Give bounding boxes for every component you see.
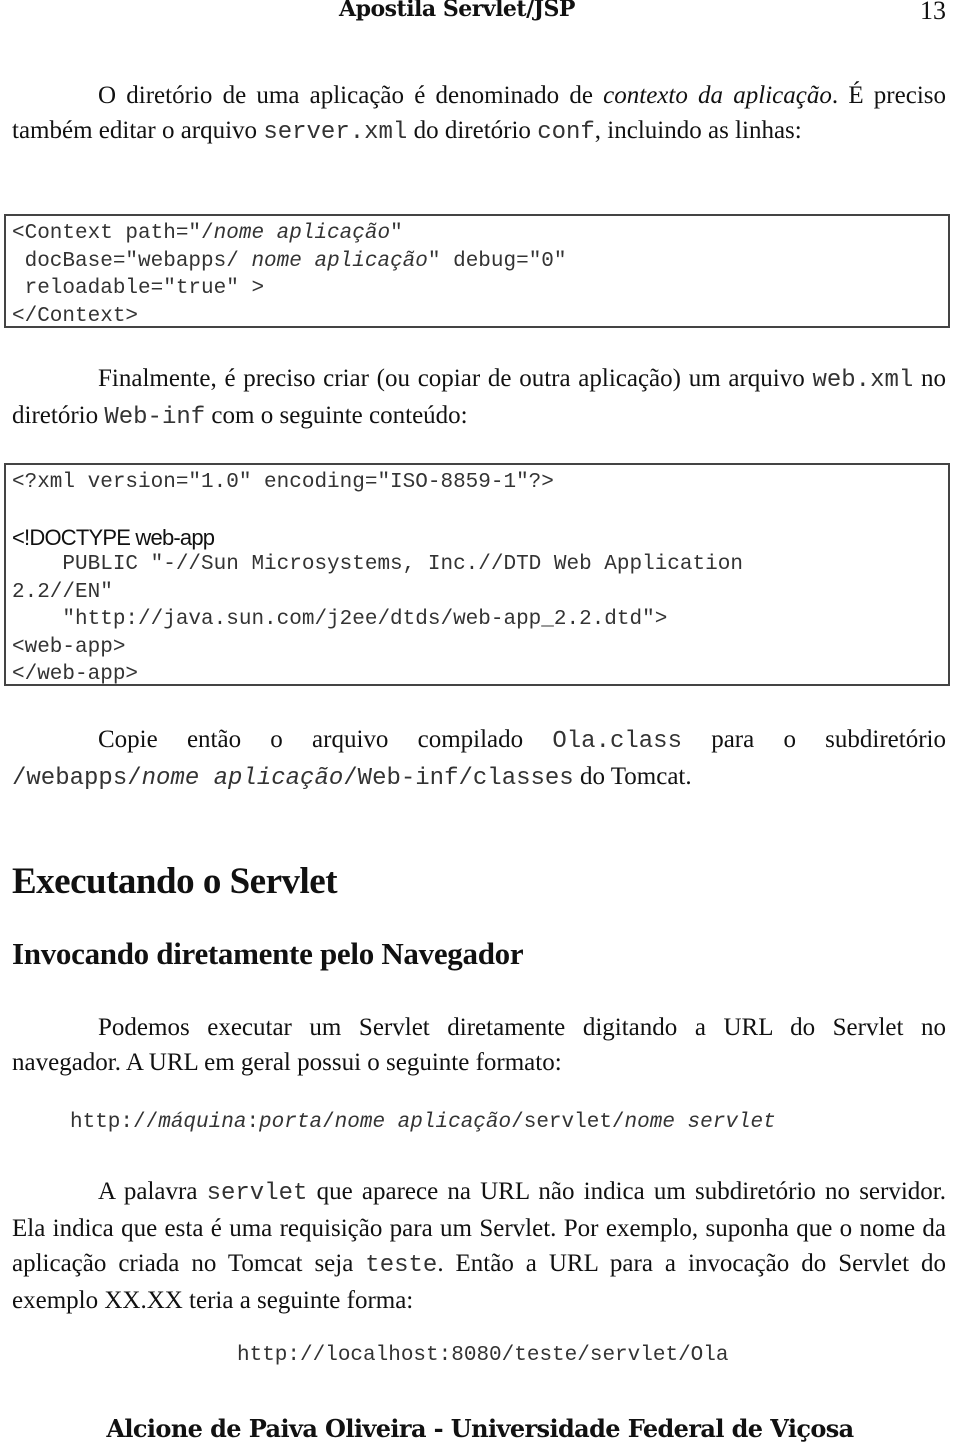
inline-code: conf xyxy=(537,119,595,146)
paragraph-invoke: Podemos executar um Servlet diretamente … xyxy=(12,1014,946,1076)
url-example: http://localhost:8080/teste/servlet/Ola xyxy=(237,1344,729,1367)
code-line: <?xml version="1.0" encoding="ISO-8859-1… xyxy=(12,471,554,494)
code-line: <web-app> xyxy=(12,635,126,659)
subsection-heading: Invocando diretamente pelo Navegador xyxy=(12,936,524,971)
code-line: reloadable="true" > xyxy=(12,277,265,300)
paragraph-servlet-word: A palavra servlet que aparece na URL não… xyxy=(12,1178,946,1314)
inline-code: Web-inf xyxy=(104,404,206,431)
inline-code: web.xml xyxy=(812,367,914,394)
page-header-title: Apostila Servlet/JSP xyxy=(339,0,575,22)
code-line: <Context path="/nome aplicação" xyxy=(12,222,403,245)
paragraph-copy-class: Copie então o arquivo compilado Ola.clas… xyxy=(12,726,946,792)
term-context: contexto da aplicação xyxy=(603,82,832,109)
code-line: 2.2//EN" xyxy=(12,580,113,604)
code-line: </web-app> xyxy=(12,663,139,686)
inline-code: teste xyxy=(365,1252,438,1279)
code-line: </Context> xyxy=(12,304,139,328)
inline-code: server.xml xyxy=(263,119,408,146)
paragraph-context: O diretório de uma aplicação é denominad… xyxy=(12,82,947,146)
url-format: http://máquina:porta/nome aplicação/serv… xyxy=(70,1111,776,1134)
inline-path: /webapps/nome aplicação/Web-inf/classes xyxy=(12,765,574,792)
code-line: docBase="webapps/ nome aplicação" debug=… xyxy=(12,249,567,273)
paragraph-webxml: Finalmente, é preciso criar (ou copiar d… xyxy=(12,365,946,431)
inline-code: servlet xyxy=(206,1180,308,1207)
code-line-doctype: <!DOCTYPE web-app xyxy=(12,524,215,550)
page-number: 13 xyxy=(920,0,946,25)
inline-code: Ola.class xyxy=(552,728,682,755)
code-line: PUBLIC "-//Sun Microsystems, Inc.//DTD W… xyxy=(12,553,743,576)
section-heading: Executando o Servlet xyxy=(12,861,338,902)
code-line: "http://java.sun.com/j2ee/dtds/web-app_2… xyxy=(12,608,668,631)
code-block-webxml: <?xml version="1.0" encoding="ISO-8859-1… xyxy=(4,463,950,686)
code-block-context: <Context path="/nome aplicação" docBase=… xyxy=(4,214,950,328)
page-footer: Alcione de Paiva Oliveira - Universidade… xyxy=(106,1414,854,1443)
